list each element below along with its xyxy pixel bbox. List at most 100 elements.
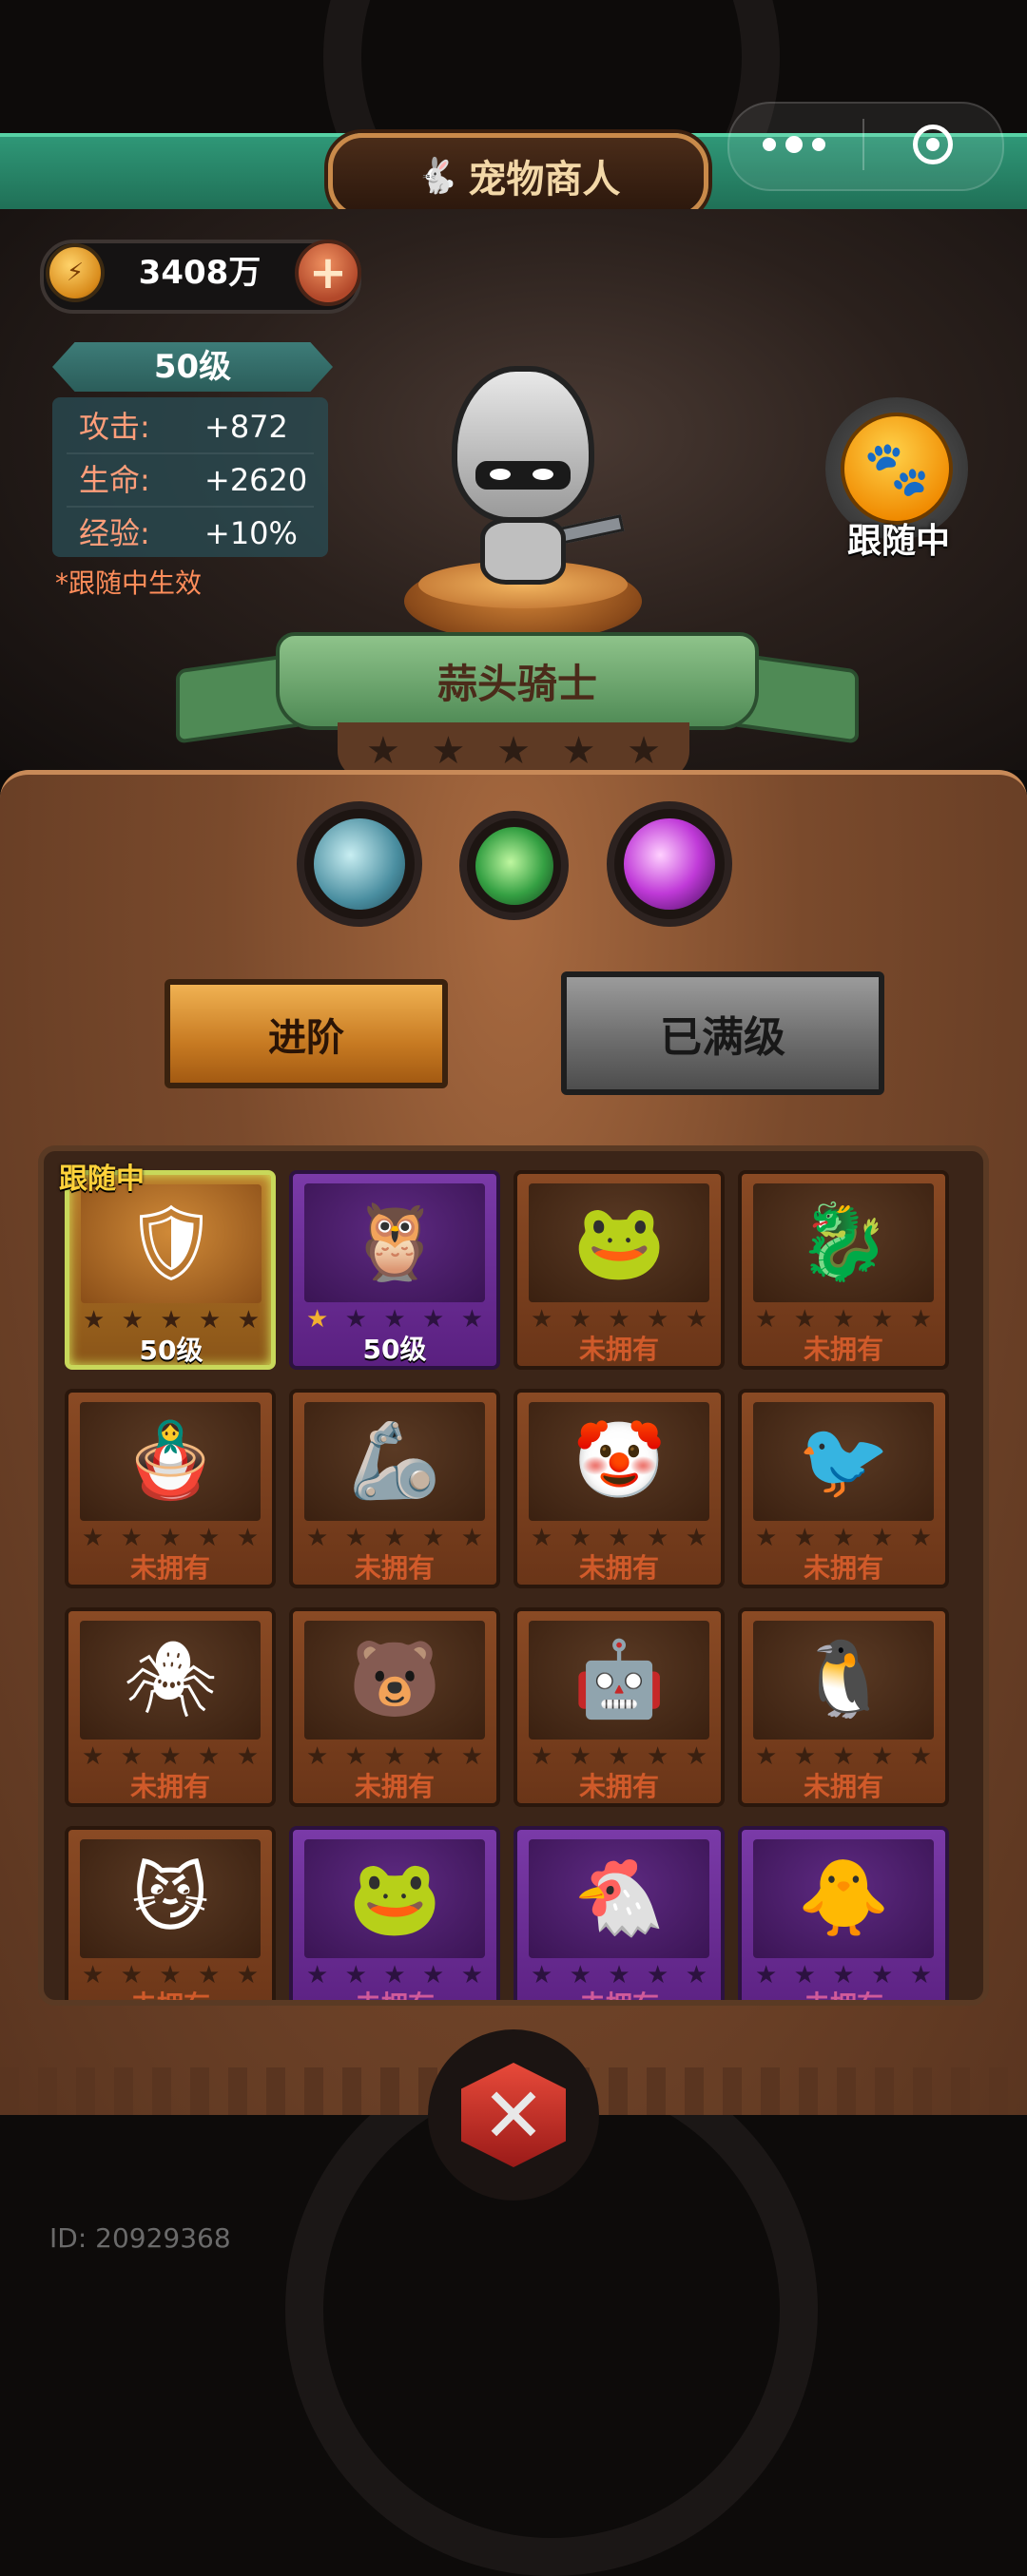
card-star-rating: ★ ★ ★ ★ ★ <box>83 1306 260 1335</box>
star-icon: ★ <box>383 1742 406 1771</box>
star-icon: ★ <box>561 729 596 773</box>
pet-card[interactable]: 🐉 ★ ★ ★ ★ ★ 未拥有 <box>738 1170 949 1370</box>
skill-purple-chat-icon[interactable] <box>607 801 732 927</box>
star-icon: ★ <box>120 1742 143 1771</box>
pet-card[interactable]: 🛡 ★ ★ ★ ★ ★ 50级 <box>65 1170 276 1370</box>
star-icon: ★ <box>685 1961 707 1990</box>
pet-card[interactable]: 🕷 ★ ★ ★ ★ ★ 未拥有 <box>65 1607 276 1807</box>
card-star-rating: ★ ★ ★ ★ ★ <box>755 1961 932 1990</box>
pet-card[interactable]: 🦉 ★ ★ ★ ★ ★ 50级 <box>289 1170 500 1370</box>
pet-card-level: 未拥有 <box>578 1771 659 1802</box>
stat-value: +10% <box>204 515 298 551</box>
more-dots-icon[interactable] <box>727 102 861 187</box>
pet-portrait: 🐔 <box>529 1839 709 1958</box>
star-icon: ★ <box>793 1961 816 1990</box>
pet-name: 蒜头骑士 <box>436 661 597 707</box>
pet-card-level: 50级 <box>139 1335 203 1366</box>
pet-card[interactable]: 🐻 ★ ★ ★ ★ ★ 未拥有 <box>289 1607 500 1807</box>
star-icon: ★ <box>608 1305 630 1334</box>
card-star-rating: ★ ★ ★ ★ ★ <box>306 1742 483 1771</box>
star-icon: ★ <box>531 1742 553 1771</box>
paw-icon: 🐾 <box>841 413 953 525</box>
star-icon: ★ <box>460 1742 483 1771</box>
pet-card-level: 50级 <box>362 1334 427 1365</box>
pet-card-level: 未拥有 <box>803 1552 883 1584</box>
star-icon: ★ <box>871 1961 894 1990</box>
pet-card[interactable]: 🐦 ★ ★ ★ ★ ★ 未拥有 <box>738 1389 949 1588</box>
star-icon: ★ <box>236 1961 259 1990</box>
star-icon: ★ <box>344 1524 367 1552</box>
pet-card-level: 未拥有 <box>578 1990 659 2006</box>
star-icon: ★ <box>647 1961 669 1990</box>
star-icon: ★ <box>608 1742 630 1771</box>
skill-green-claw-icon[interactable] <box>459 811 569 920</box>
star-icon: ★ <box>793 1524 816 1552</box>
title-plate: 🐇 宠物商人 <box>328 133 708 219</box>
pet-portrait: 🛡 <box>81 1184 262 1303</box>
pet-card[interactable]: 🐧 ★ ★ ★ ★ ★ 未拥有 <box>738 1607 949 1807</box>
pet-portrait: 🐸 <box>304 1839 485 1958</box>
star-icon: ★ <box>909 1961 932 1990</box>
pet-card[interactable]: 🦾 ★ ★ ★ ★ ★ 未拥有 <box>289 1389 500 1588</box>
close-emblem-button[interactable]: ✕ <box>428 2029 599 2201</box>
pet-garlic-knight-figure[interactable] <box>452 366 594 523</box>
pet-name-ribbon: 蒜头骑士 <box>276 632 759 730</box>
star-icon: ★ <box>569 1742 591 1771</box>
pet-card[interactable]: 🐔 ★ ★ ★ ★ ★ 未拥有 <box>514 1826 725 2006</box>
pet-card[interactable]: 🪆 ★ ★ ★ ★ ★ 未拥有 <box>65 1389 276 1588</box>
advance-button[interactable]: 进阶 <box>165 979 448 1088</box>
crossed-swords-emblem-icon: ✕ <box>461 2063 566 2167</box>
pet-eye <box>533 469 553 480</box>
star-icon: ★ <box>909 1305 932 1334</box>
star-icon: ★ <box>832 1524 855 1552</box>
pet-card[interactable]: 🐸 ★ ★ ★ ★ ★ 未拥有 <box>289 1826 500 2000</box>
pet-portrait: 🐦 <box>753 1402 934 1521</box>
pet-card-level: 未拥有 <box>354 1552 435 1584</box>
pet-card[interactable]: 🤡 ★ ★ ★ ★ ★ 未拥有 <box>514 1389 725 1588</box>
star-icon: ★ <box>237 1306 260 1335</box>
pet-card-level: 未拥有 <box>129 1990 210 2006</box>
star-icon: ★ <box>832 1742 855 1771</box>
pet-card-level: 未拥有 <box>354 1771 435 1802</box>
star-icon: ★ <box>685 1305 707 1334</box>
star-icon: ★ <box>755 1961 778 1990</box>
pet-grid[interactable]: 🛡 ★ ★ ★ ★ ★ 50级 🦉 ★ ★ ★ ★ ★ 50级 🐸 ★ ★ ★ ★ ★ 未拥有 🐉 ★ ★ ★ ★ ★ 未拥有 🪆 ★ ★ ★… <box>38 1145 989 2006</box>
rabbit-icon: 🐇 <box>416 157 459 196</box>
skill-ice-hammer-icon[interactable] <box>297 801 422 927</box>
pet-card[interactable]: 🐸 ★ ★ ★ ★ ★ 未拥有 <box>514 1170 725 1370</box>
star-icon: ★ <box>422 1961 445 1990</box>
star-icon: ★ <box>160 1306 183 1335</box>
star-icon: ★ <box>531 1305 553 1334</box>
star-icon: ★ <box>685 1524 707 1552</box>
star-icon: ★ <box>306 1305 329 1334</box>
star-icon: ★ <box>755 1524 778 1552</box>
pet-card[interactable]: 🐥 ★ ★ ★ ★ ★ 未拥有 <box>738 1826 949 2000</box>
star-icon: ★ <box>496 729 531 773</box>
star-icon: ★ <box>366 729 400 773</box>
pet-card-level: 未拥有 <box>129 1771 210 1802</box>
stat-value: +2620 <box>204 462 308 498</box>
pet-card[interactable]: 😼 ★ ★ ★ ★ ★ 未拥有 <box>65 1826 276 2006</box>
stat-row-hp: 生命: +2620 <box>52 454 328 506</box>
star-icon: ★ <box>460 1305 483 1334</box>
add-currency-button[interactable]: + <box>295 240 361 306</box>
card-star-rating: ★ ★ ★ ★ ★ <box>531 1961 707 1990</box>
target-close-icon[interactable] <box>865 102 1000 187</box>
follow-note: *跟随中生效 <box>55 567 203 599</box>
star-icon: ★ <box>199 1306 222 1335</box>
card-star-rating: ★ ★ ★ ★ ★ <box>82 1524 259 1552</box>
card-star-rating: ★ ★ ★ ★ ★ <box>306 1961 483 1990</box>
pet-portrait: 🐧 <box>753 1621 934 1740</box>
pet-portrait: 🪆 <box>80 1402 261 1521</box>
pet-portrait: 🦉 <box>304 1183 485 1302</box>
star-icon: ★ <box>383 1961 406 1990</box>
star-icon: ★ <box>120 1961 143 1990</box>
max-level-button[interactable]: 已满级 <box>561 971 884 1095</box>
pet-card-level: 未拥有 <box>129 1552 210 1584</box>
star-icon: ★ <box>306 1742 329 1771</box>
pet-card[interactable]: 🤖 ★ ★ ★ ★ ★ 未拥有 <box>514 1607 725 1807</box>
star-icon: ★ <box>909 1524 932 1552</box>
pet-card-level: 未拥有 <box>578 1552 659 1584</box>
star-icon: ★ <box>460 1524 483 1552</box>
pet-portrait: 🤡 <box>529 1402 709 1521</box>
